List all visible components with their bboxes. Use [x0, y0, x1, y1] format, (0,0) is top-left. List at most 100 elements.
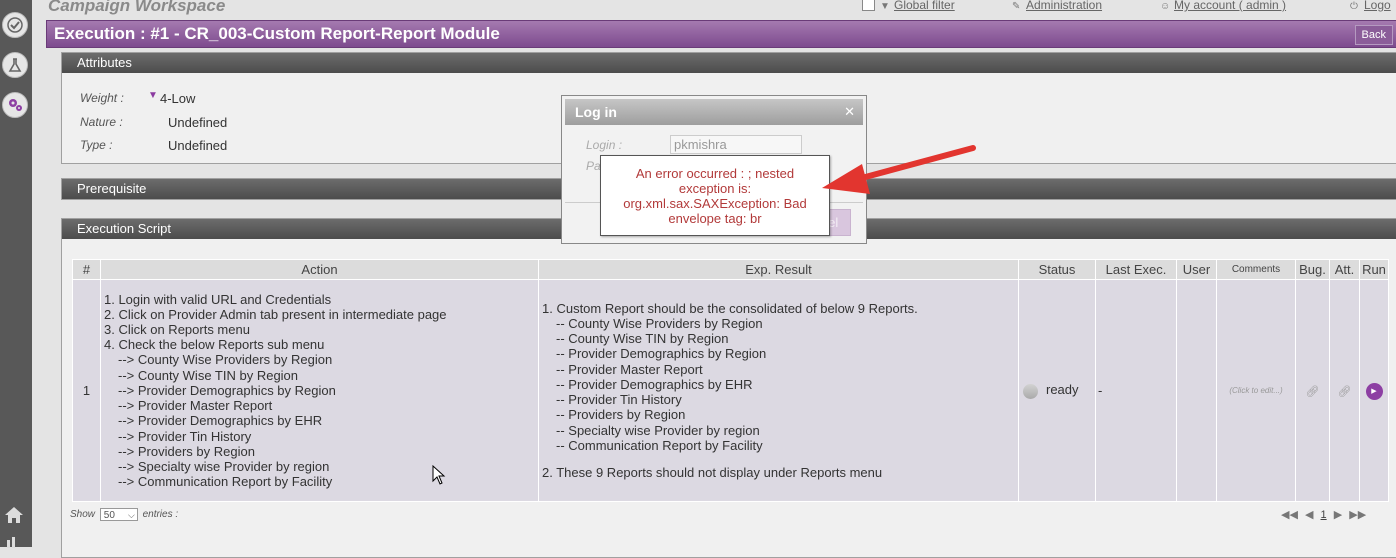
action-line: --> Provider Master Report: [118, 398, 273, 414]
execution-script-panel: Execution Script # Action Exp. Result St…: [61, 218, 1396, 558]
col-action[interactable]: Action: [100, 259, 539, 280]
col-att[interactable]: Att.: [1329, 259, 1360, 280]
step-comments[interactable]: (Click to edit...): [1216, 279, 1296, 502]
step-result-cell[interactable]: 1. Custom Report should be the consolida…: [538, 279, 1019, 502]
action-line: --> Provider Demographics by Region: [118, 382, 336, 398]
login-dialog-title: Log in: [575, 104, 617, 120]
action-line: --> Providers by Region: [118, 443, 255, 459]
login-input[interactable]: pkmishra: [670, 135, 802, 154]
col-exp-result[interactable]: Exp. Result: [538, 259, 1019, 280]
last-page-icon[interactable]: ▶▶: [1349, 509, 1366, 521]
execution-title-bar: Execution : #1 - CR_003-Custom Report-Re…: [46, 20, 1396, 48]
step-last-exec: -: [1095, 279, 1177, 502]
step-run-cell[interactable]: ▶: [1359, 279, 1389, 502]
action-line: --> Communication Report by Facility: [118, 474, 333, 490]
type-value[interactable]: Undefined: [168, 138, 227, 153]
weight-low-icon: ▼: [148, 90, 158, 101]
result-line: -- Provider Demographics by Region: [556, 346, 767, 362]
col-run[interactable]: Run: [1359, 259, 1389, 280]
col-user[interactable]: User: [1176, 259, 1217, 280]
execution-steps-table: # Action Exp. Result Status Last Exec. U…: [72, 259, 1389, 502]
action-line: 2. Click on Provider Admin tab present i…: [104, 306, 447, 322]
step-user: [1176, 279, 1217, 502]
step-result-text: 1. Custom Report should be the consolida…: [539, 301, 1018, 480]
back-button[interactable]: Back: [1354, 25, 1393, 45]
action-line: --> County Wise TIN by Region: [118, 367, 299, 383]
bug-link-icon[interactable]: 🔗︎: [1306, 386, 1320, 398]
error-line: envelope tag: br: [668, 211, 762, 226]
execution-gears-icon[interactable]: [2, 92, 28, 118]
mouse-pointer-icon: [432, 465, 446, 485]
result-line: -- Provider Tin History: [556, 392, 682, 408]
result-line: -- Provider Demographics by EHR: [556, 376, 753, 392]
power-icon: ⏻: [1350, 1, 1358, 12]
close-icon[interactable]: ✕: [844, 99, 855, 125]
col-index[interactable]: #: [72, 259, 101, 280]
step-action-cell[interactable]: 1. Login with valid URL and Credentials 2…: [100, 279, 539, 502]
test-case-flask-icon[interactable]: [2, 52, 28, 78]
result-line: -- Provider Master Report: [556, 361, 703, 377]
error-message-popup: An error occurred : ; nested exception i…: [600, 155, 830, 236]
result-line: -- County Wise Providers by Region: [556, 316, 763, 332]
result-line: -- Specialty wise Provider by region: [556, 422, 760, 438]
table-header-row: # Action Exp. Result Status Last Exec. U…: [72, 259, 1389, 280]
step-index: 1: [72, 279, 101, 502]
next-page-icon[interactable]: ▶: [1334, 509, 1342, 521]
result-line: [542, 453, 1018, 465]
action-line: --> Specialty wise Provider by region: [118, 458, 330, 474]
error-line: exception is:: [678, 181, 752, 196]
action-line: --> Provider Tin History: [118, 428, 252, 444]
action-line: 1. Login with valid URL and Credentials: [104, 291, 332, 307]
col-bug[interactable]: Bug.: [1295, 259, 1330, 280]
home-icon[interactable]: [4, 506, 24, 527]
page-number[interactable]: 1: [1321, 509, 1327, 521]
result-line: -- Communication Report by Facility: [556, 437, 763, 453]
col-last-exec[interactable]: Last Exec.: [1095, 259, 1177, 280]
action-line: 3. Click on Reports menu: [104, 322, 250, 338]
logout-link[interactable]: ⏻ Logo: [1350, 0, 1391, 12]
action-line: --> County Wise Providers by Region: [118, 352, 333, 368]
action-line: 4. Check the below Reports sub menu: [104, 337, 325, 353]
chevron-down-icon: ⌵: [127, 510, 135, 520]
user-icon: ☺: [1160, 1, 1171, 12]
attachment-link-icon[interactable]: 🔗︎: [1338, 386, 1352, 398]
error-line: org.xml.sax.SAXException: Bad: [623, 196, 807, 211]
step-att-cell[interactable]: 🔗︎: [1329, 279, 1360, 502]
administration-link[interactable]: ✎ Administration: [1012, 0, 1102, 12]
weight-value[interactable]: 4-Low: [160, 91, 195, 106]
page-size-select[interactable]: 50 ⌵: [99, 508, 138, 521]
wrench-icon: ✎: [1012, 1, 1021, 12]
step-action-text: 1. Login with valid URL and Credentials 2…: [101, 292, 538, 490]
top-links: ▼ Global filter ✎ Administration ☺ My accou…: [0, 0, 1396, 12]
step-status: ready: [1046, 382, 1079, 398]
result-line: 1. Custom Report should be the consolida…: [542, 300, 918, 316]
page-title: Execution : #1 - CR_003-Custom Report-Re…: [54, 24, 500, 43]
step-status-cell[interactable]: ready: [1018, 279, 1096, 502]
col-comments[interactable]: Comments: [1216, 259, 1296, 280]
chart-icon[interactable]: [6, 536, 20, 551]
error-line: An error occurred : ; nested: [635, 166, 795, 181]
col-status[interactable]: Status: [1018, 259, 1096, 280]
login-dialog-titlebar: Log in ✕: [565, 99, 863, 125]
prev-page-icon[interactable]: ◀: [1305, 509, 1313, 521]
run-play-icon[interactable]: ▶: [1365, 383, 1383, 400]
pagination: ◀◀ ◀ 1 ▶ ▶▶: [1279, 508, 1368, 521]
left-nav: [0, 0, 32, 548]
result-line: -- Providers by Region: [556, 407, 686, 423]
attributes-header[interactable]: Attributes: [62, 53, 1396, 73]
filter-icon: ▼: [880, 1, 890, 12]
action-line: --> Provider Demographics by EHR: [118, 413, 323, 429]
table-row[interactable]: 1 1. Login with valid URL and Credential…: [72, 279, 1389, 502]
nature-value[interactable]: Undefined: [168, 115, 227, 130]
page-size-control: Show 50 ⌵ entries :: [70, 508, 179, 521]
step-bug-cell[interactable]: 🔗︎: [1295, 279, 1330, 502]
global-filter-link[interactable]: ▼ Global filter: [880, 0, 955, 12]
filter-checkbox[interactable]: [862, 0, 875, 11]
first-page-icon[interactable]: ◀◀: [1281, 509, 1298, 521]
status-indicator-icon: [1023, 383, 1038, 399]
campaigns-check-icon[interactable]: [2, 12, 28, 38]
result-line: 2. These 9 Reports should not display un…: [542, 464, 883, 480]
my-account-link[interactable]: ☺ My account ( admin ): [1160, 0, 1286, 12]
login-label: Login :: [586, 138, 623, 152]
result-line: -- County Wise TIN by Region: [556, 331, 729, 347]
